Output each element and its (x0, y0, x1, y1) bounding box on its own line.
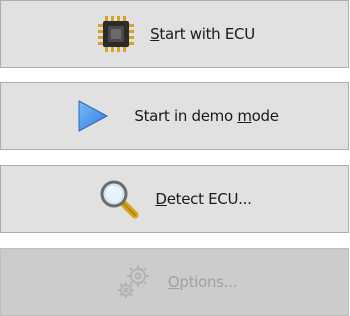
options-label: Options... (167, 273, 238, 291)
play-triangle-icon (70, 94, 114, 138)
start-demo-mode-button[interactable]: Start in demo mode (0, 82, 349, 150)
options-button: Options... (0, 248, 349, 316)
start-with-ecu-button[interactable]: Start with ECU (0, 0, 349, 68)
detect-ecu-button[interactable]: Detect ECU... (0, 165, 349, 233)
magnifier-icon (97, 177, 141, 221)
chip-icon (94, 12, 138, 56)
detect-ecu-label: Detect ECU... (155, 190, 252, 208)
start-demo-mode-label: Start in demo mode (134, 107, 279, 125)
gears-icon (112, 260, 156, 304)
start-with-ecu-label: Start with ECU (150, 25, 255, 43)
